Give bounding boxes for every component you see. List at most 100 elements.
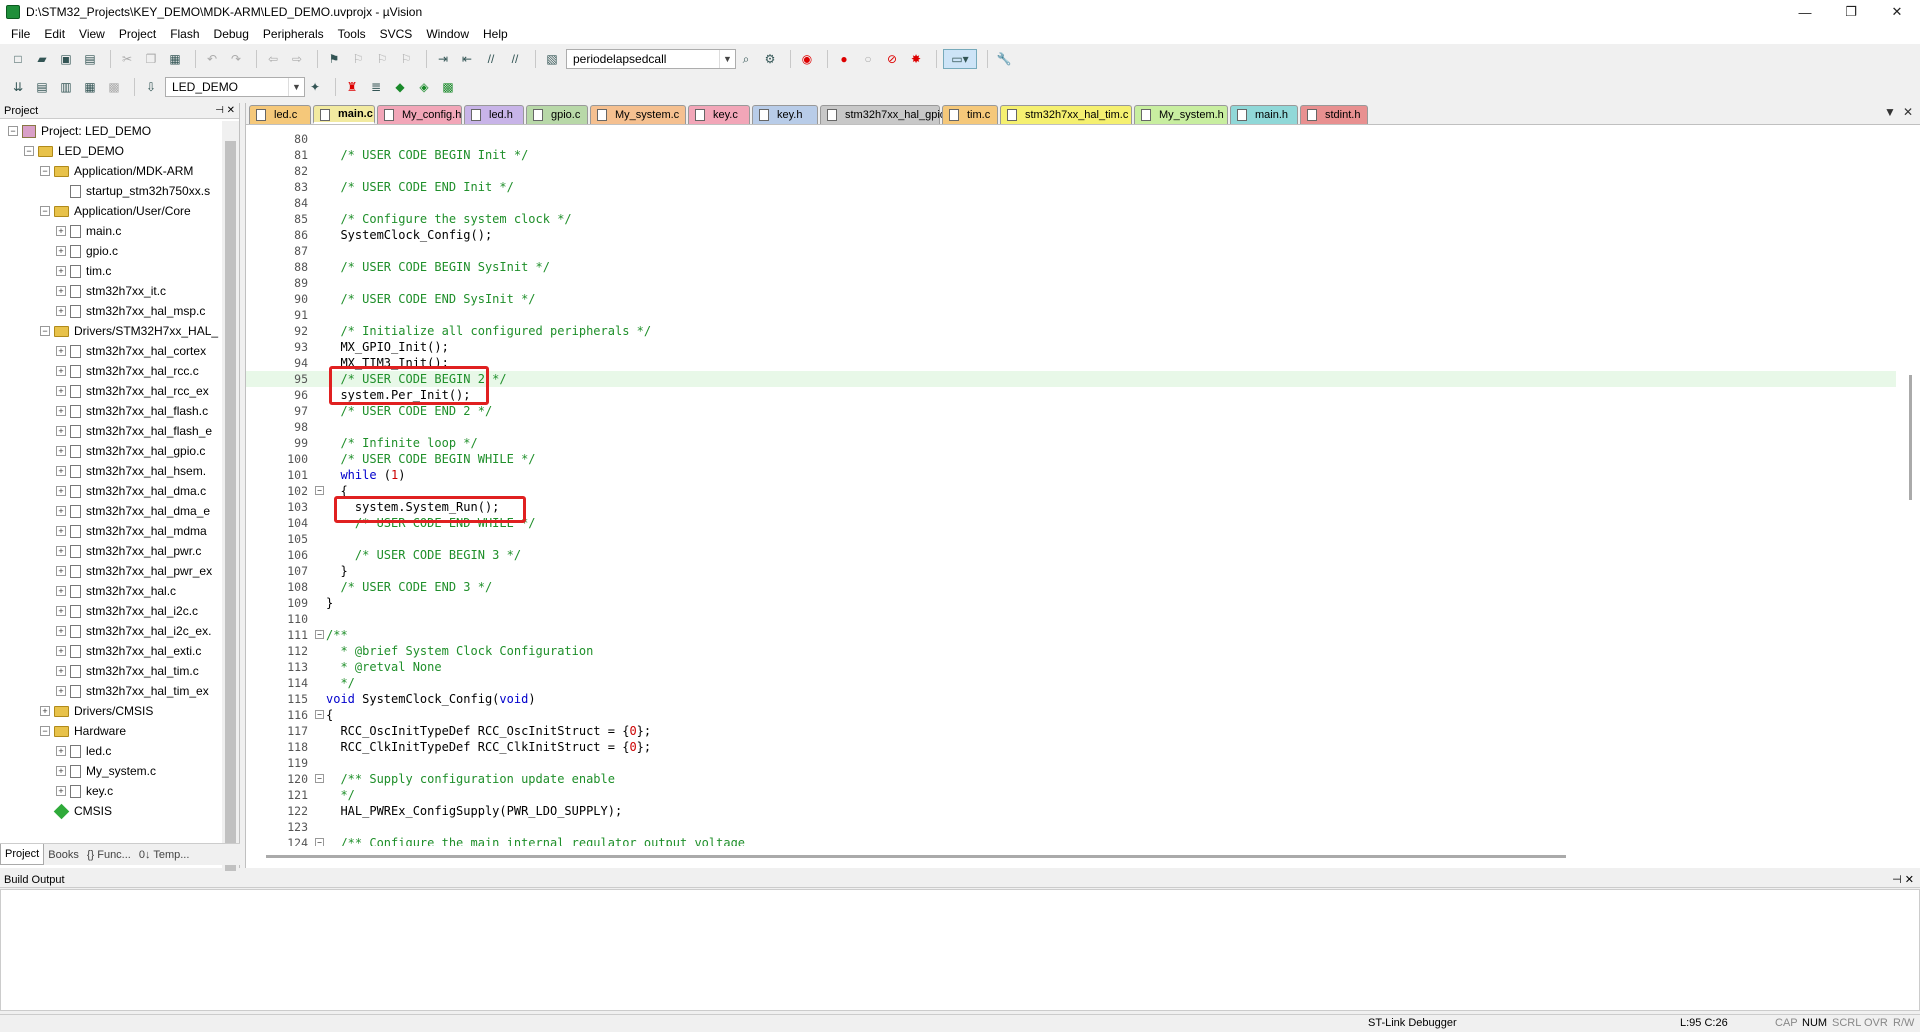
tree-item[interactable]: + key.c xyxy=(56,781,113,801)
tree-item[interactable]: + stm32h7xx_hal_i2c.c xyxy=(56,601,198,621)
tree-item[interactable]: + stm32h7xx_hal_dma.c xyxy=(56,481,206,501)
code-line[interactable]: 105 xyxy=(246,531,1896,547)
tree-item[interactable]: startup_stm32h750xx.s xyxy=(56,181,210,201)
code-line[interactable]: 117 RCC_OscInitTypeDef RCC_OscInitStruct… xyxy=(246,723,1896,739)
tree-item[interactable]: + stm32h7xx_hal_dma_e xyxy=(56,501,210,521)
menu-flash[interactable]: Flash xyxy=(163,27,206,41)
code-line[interactable]: 84 xyxy=(246,195,1896,211)
code-line[interactable]: 119 xyxy=(246,755,1896,771)
code-line[interactable]: 90 /* USER CODE END SysInit */ xyxy=(246,291,1896,307)
code-line[interactable]: 98 xyxy=(246,419,1896,435)
expand-icon[interactable]: + xyxy=(56,486,66,496)
menu-help[interactable]: Help xyxy=(476,27,515,41)
disable-breakpoint-icon[interactable]: ○ xyxy=(858,49,878,69)
code-line[interactable]: 88 /* USER CODE BEGIN SysInit */ xyxy=(246,259,1896,275)
tree-item[interactable]: + stm32h7xx_hal_exti.c xyxy=(56,641,201,661)
code-line[interactable]: 85 /* Configure the system clock */ xyxy=(246,211,1896,227)
close-tab-icon[interactable]: ✕ xyxy=(1903,105,1913,119)
tree-item[interactable]: + tim.c xyxy=(56,261,111,281)
tree-item[interactable]: + stm32h7xx_hal_tim_ex xyxy=(56,681,209,701)
menu-tools[interactable]: Tools xyxy=(331,27,373,41)
menu-view[interactable]: View xyxy=(72,27,112,41)
comment-icon[interactable]: // xyxy=(481,49,501,69)
window-layout-icon[interactable]: ▭▾ xyxy=(943,49,977,69)
scrollbar-thumb[interactable] xyxy=(225,141,236,871)
file-tab[interactable]: key.h xyxy=(752,105,818,124)
undo-icon[interactable]: ↶ xyxy=(202,49,222,69)
code-line[interactable]: 112 * @brief System Clock Configuration xyxy=(246,643,1896,659)
tree-item[interactable]: + led.c xyxy=(56,741,111,761)
navigate-back-icon[interactable]: ⇦ xyxy=(263,49,283,69)
scrollbar-thumb[interactable] xyxy=(266,855,1566,858)
tree-item[interactable]: + stm32h7xx_hal_flash_e xyxy=(56,421,212,441)
tree-item[interactable]: + stm32h7xx_hal_hsem. xyxy=(56,461,206,481)
code-line[interactable]: 101 while (1) xyxy=(246,467,1896,483)
code-line[interactable]: 80 xyxy=(246,131,1896,147)
cut-icon[interactable]: ✂ xyxy=(117,49,137,69)
menu-edit[interactable]: Edit xyxy=(37,27,72,41)
panel-tab[interactable]: 0↓ Temp... xyxy=(135,844,194,865)
collapse-icon[interactable]: − xyxy=(40,206,50,216)
code-line[interactable]: 96 system.Per_Init(); xyxy=(246,387,1896,403)
menu-file[interactable]: File xyxy=(4,27,37,41)
code-line[interactable]: 108 /* USER CODE END 3 */ xyxy=(246,579,1896,595)
code-area[interactable]: 80 81 /* USER CODE BEGIN Init */82 83 /* U… xyxy=(246,131,1896,846)
tree-item[interactable]: + stm32h7xx_hal_pwr_ex xyxy=(56,561,212,581)
file-tab[interactable]: My_system.h xyxy=(1134,105,1228,124)
code-line[interactable]: 124− /** Configure the main internal reg… xyxy=(246,835,1896,846)
navigate-forward-icon[interactable]: ⇨ xyxy=(287,49,307,69)
tree-item[interactable]: + stm32h7xx_hal_msp.c xyxy=(56,301,205,321)
paste-icon[interactable]: ▦ xyxy=(165,49,185,69)
expand-icon[interactable]: + xyxy=(56,626,66,636)
tree-item[interactable]: − LED_DEMO xyxy=(24,141,124,161)
prev-bookmark-icon[interactable]: ⚐ xyxy=(348,49,368,69)
rebuild-icon[interactable]: ▥ xyxy=(56,77,76,97)
translate-icon[interactable]: ⇊ xyxy=(8,77,28,97)
build-icon[interactable]: ▤ xyxy=(32,77,52,97)
tree-item[interactable]: + main.c xyxy=(56,221,121,241)
next-bookmark-icon[interactable]: ⚐ xyxy=(372,49,392,69)
build-output-pane[interactable] xyxy=(0,889,1920,1011)
code-line[interactable]: 92 /* Initialize all configured peripher… xyxy=(246,323,1896,339)
scrollbar-thumb[interactable] xyxy=(1909,375,1912,500)
target-options-icon[interactable]: ✦ xyxy=(305,77,325,97)
file-tab[interactable]: stm32h7xx_hal_tim.c xyxy=(1000,105,1132,124)
code-line[interactable]: 82 xyxy=(246,163,1896,179)
kill-all-breakpoints-icon[interactable]: ✸ xyxy=(906,49,926,69)
fold-icon[interactable]: − xyxy=(315,710,324,719)
collapse-icon[interactable]: − xyxy=(40,326,50,336)
chevron-down-icon[interactable]: ▼ xyxy=(288,78,304,96)
menu-svcs[interactable]: SVCS xyxy=(373,27,420,41)
tree-item[interactable]: + stm32h7xx_hal_tim.c xyxy=(56,661,199,681)
debug-session-icon[interactable]: ◉ xyxy=(797,49,817,69)
expand-icon[interactable]: + xyxy=(56,466,66,476)
code-line[interactable]: 122 HAL_PWREx_ConfigSupply(PWR_LDO_SUPPL… xyxy=(246,803,1896,819)
expand-icon[interactable]: + xyxy=(56,566,66,576)
tree-item[interactable]: + stm32h7xx_it.c xyxy=(56,281,166,301)
panel-tab[interactable]: {} Func... xyxy=(83,844,135,865)
expand-icon[interactable]: + xyxy=(40,706,50,716)
collapse-icon[interactable]: − xyxy=(40,166,50,176)
menu-peripherals[interactable]: Peripherals xyxy=(256,27,331,41)
bookmark-icon[interactable]: ⚑ xyxy=(324,49,344,69)
file-tab[interactable]: tim.c xyxy=(942,105,998,124)
file-tab[interactable]: led.c xyxy=(249,105,311,124)
minimize-button[interactable]: — xyxy=(1782,0,1828,24)
expand-icon[interactable]: + xyxy=(56,446,66,456)
expand-icon[interactable]: + xyxy=(56,786,66,796)
tree-item[interactable]: − Application/MDK-ARM xyxy=(40,161,193,181)
tree-item[interactable]: − Application/User/Core xyxy=(40,201,191,221)
pin-icon[interactable]: ⊣ ✕ xyxy=(215,105,235,116)
uncomment-icon[interactable]: // xyxy=(505,49,525,69)
configure-icon[interactable]: 🔧 xyxy=(994,49,1014,69)
incremental-find-icon[interactable]: ⚙ xyxy=(760,49,780,69)
find-combo[interactable]: periodelapsedcall ▼ xyxy=(566,49,736,69)
manage-multi-project-icon[interactable]: ≣ xyxy=(366,77,386,97)
expand-icon[interactable]: + xyxy=(56,406,66,416)
tree-item[interactable]: − Drivers/STM32H7xx_HAL_ xyxy=(40,321,218,341)
indent-icon[interactable]: ⇥ xyxy=(433,49,453,69)
maximize-button[interactable]: ❐ xyxy=(1828,0,1874,24)
project-tree-vscrollbar[interactable] xyxy=(222,121,239,941)
tree-item[interactable]: + gpio.c xyxy=(56,241,118,261)
code-line[interactable]: 116−{ xyxy=(246,707,1896,723)
